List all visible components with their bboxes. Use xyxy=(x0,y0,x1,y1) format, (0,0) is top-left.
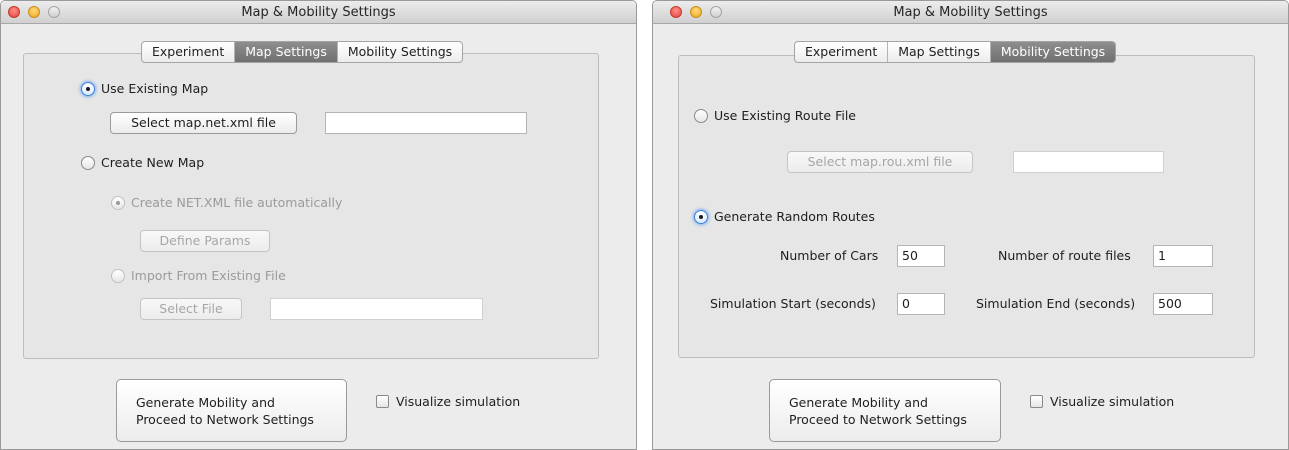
left-window: Map & Mobility Settings Experiment Map S… xyxy=(0,0,637,450)
generate-mobility-line2: Proceed to Network Settings xyxy=(136,412,314,427)
number-of-cars-label: Number of Cars xyxy=(780,248,879,263)
left-titlebar: Map & Mobility Settings xyxy=(1,1,636,24)
generate-mobility-button[interactable]: Generate Mobility and Proceed to Network… xyxy=(769,379,1001,442)
radio-selected-icon xyxy=(694,209,708,224)
import-existing-file-radio[interactable]: Import From Existing File xyxy=(111,268,286,283)
tab-experiment[interactable]: Experiment xyxy=(795,42,889,62)
number-of-cars-input[interactable]: 50 xyxy=(897,245,945,267)
create-new-map-label: Create New Map xyxy=(101,155,205,170)
radio-selected-icon xyxy=(111,195,125,210)
generate-random-routes-label: Generate Random Routes xyxy=(714,209,875,224)
tab-mobility-settings[interactable]: Mobility Settings xyxy=(338,42,462,62)
right-titlebar: Map & Mobility Settings xyxy=(653,1,1288,24)
tab-map-settings[interactable]: Map Settings xyxy=(888,42,991,62)
import-file-path-field[interactable] xyxy=(270,298,483,320)
visualize-simulation-label: Visualize simulation xyxy=(1050,394,1175,409)
visualize-simulation-checkbox[interactable]: Visualize simulation xyxy=(1030,394,1174,409)
create-netxml-auto-radio[interactable]: Create NET.XML file automatically xyxy=(111,195,342,210)
use-existing-map-label: Use Existing Map xyxy=(101,81,209,96)
visualize-simulation-label: Visualize simulation xyxy=(396,394,521,409)
select-map-net-button[interactable]: Select map.net.xml file xyxy=(110,112,297,134)
create-netxml-auto-label: Create NET.XML file automatically xyxy=(131,195,343,210)
window-title: Map & Mobility Settings xyxy=(893,5,1048,20)
tab-mobility-settings[interactable]: Mobility Settings xyxy=(990,42,1116,62)
visualize-simulation-checkbox[interactable]: Visualize simulation xyxy=(376,394,520,409)
tab-bar: Experiment Map Settings Mobility Setting… xyxy=(794,41,1117,63)
tab-experiment[interactable]: Experiment xyxy=(142,42,236,62)
use-existing-route-label: Use Existing Route File xyxy=(714,108,856,123)
generate-random-routes-radio[interactable]: Generate Random Routes xyxy=(694,209,875,224)
simulation-end-input[interactable]: 500 xyxy=(1153,293,1213,315)
radio-icon xyxy=(694,108,708,123)
use-existing-map-radio[interactable]: Use Existing Map xyxy=(81,81,208,96)
tab-bar: Experiment Map Settings Mobility Setting… xyxy=(141,41,464,63)
window-title: Map & Mobility Settings xyxy=(241,5,396,20)
number-of-route-files-input[interactable]: 1 xyxy=(1153,245,1213,267)
map-net-path-field[interactable] xyxy=(325,112,527,134)
import-existing-file-label: Import From Existing File xyxy=(131,268,286,283)
select-map-rou-button[interactable]: Select map.rou.xml file xyxy=(787,151,973,173)
simulation-start-input[interactable]: 0 xyxy=(897,293,945,315)
use-existing-route-radio[interactable]: Use Existing Route File xyxy=(694,108,856,123)
generate-mobility-button[interactable]: Generate Mobility and Proceed to Network… xyxy=(116,379,347,442)
radio-icon xyxy=(81,155,95,170)
right-window: Map & Mobility Settings Experiment Map S… xyxy=(652,0,1289,450)
radio-icon xyxy=(111,268,125,283)
radio-selected-icon xyxy=(81,81,95,96)
map-rou-path-field[interactable] xyxy=(1013,151,1164,173)
checkbox-icon xyxy=(1030,395,1043,408)
checkbox-icon xyxy=(376,395,389,408)
select-file-button[interactable]: Select File xyxy=(140,298,242,320)
simulation-start-label: Simulation Start (seconds) xyxy=(710,296,876,311)
simulation-end-label: Simulation End (seconds) xyxy=(976,296,1136,311)
generate-mobility-line1: Generate Mobility and xyxy=(136,395,275,410)
create-new-map-radio[interactable]: Create New Map xyxy=(81,155,204,170)
generate-mobility-line2: Proceed to Network Settings xyxy=(789,412,967,427)
generate-mobility-line1: Generate Mobility and xyxy=(789,395,928,410)
tab-map-settings[interactable]: Map Settings xyxy=(235,42,338,62)
number-of-route-files-label: Number of route files xyxy=(998,248,1131,263)
define-params-button[interactable]: Define Params xyxy=(140,230,270,252)
